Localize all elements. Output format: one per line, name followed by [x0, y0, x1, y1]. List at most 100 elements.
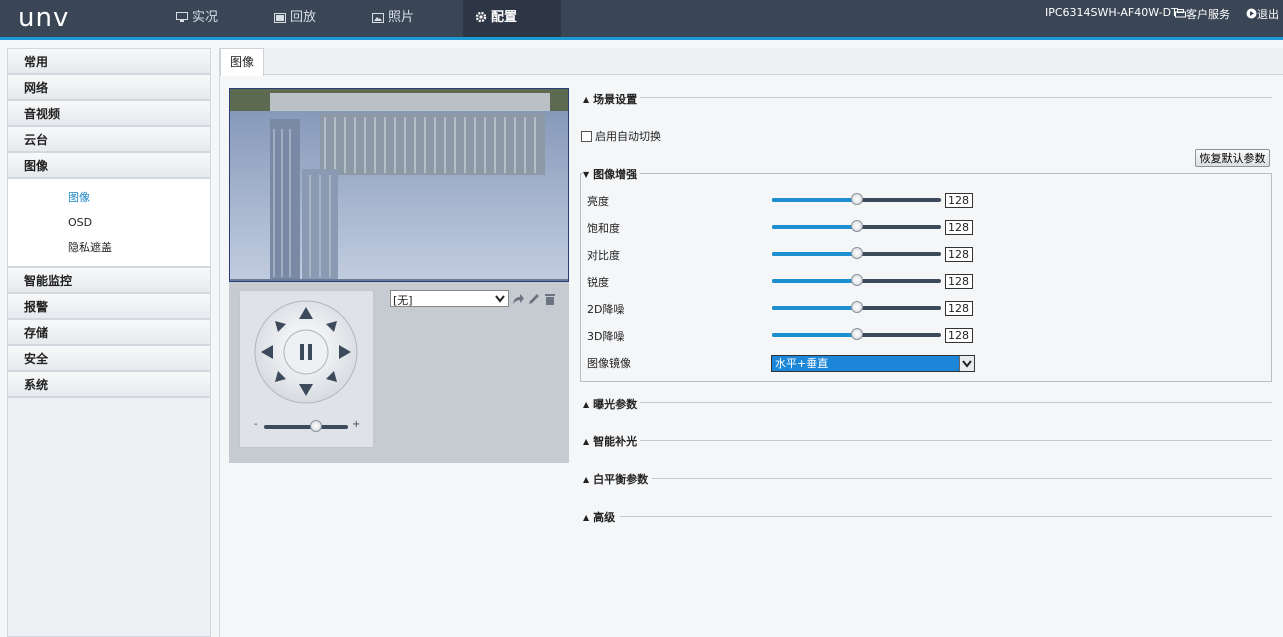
saturation-slider[interactable]: [772, 220, 941, 232]
sharpness-slider[interactable]: [772, 274, 941, 286]
sidebar-item-network[interactable]: 网络: [8, 75, 210, 101]
smart-ir-divider: [640, 440, 1272, 441]
collapse-caret-icon: ▲: [583, 437, 590, 446]
sidebar: 常用 网络 音视频 云台 图像 图像 OSD 隐私遮盖 智能监控 报警 存储 安…: [7, 48, 211, 637]
device-model: IPC6314SWH-AF40W-DT: [1045, 6, 1178, 19]
sidebar-item-ptz[interactable]: 云台: [8, 127, 210, 153]
dropdown-button[interactable]: [959, 356, 974, 371]
sidebar-item-alarm[interactable]: 报警: [8, 294, 210, 320]
advanced-section-title: 高级: [593, 511, 616, 524]
auto-switch-checkbox[interactable]: 启用自动切换: [581, 128, 661, 144]
brightness-slider-fill: [772, 198, 857, 202]
trash-icon[interactable]: [544, 293, 556, 305]
nav-playback-label: 回放: [290, 10, 317, 25]
nav-config[interactable]: 配置: [463, 0, 561, 40]
edit-icon[interactable]: [528, 293, 540, 305]
nav-live[interactable]: 实况: [164, 0, 230, 37]
nr-2d-slider[interactable]: [772, 301, 941, 313]
saturation-slider-fill: [772, 225, 857, 229]
pause-icon[interactable]: [299, 344, 313, 360]
submenu-item-osd[interactable]: OSD: [8, 210, 210, 235]
exposure-section-header[interactable]: ▲ 曝光参数: [583, 396, 638, 411]
logout-label: 退出: [1257, 8, 1279, 21]
arrow-right-icon[interactable]: [339, 345, 351, 359]
image-mirror-label: 图像镜像: [587, 357, 631, 370]
zoom-slider-knob[interactable]: [310, 420, 322, 432]
video-frame-image: [230, 89, 568, 281]
brightness-value[interactable]: 128: [945, 193, 973, 208]
expand-caret-icon: ▼: [583, 170, 590, 179]
sidebar-item-security[interactable]: 安全: [8, 346, 210, 372]
scene-settings-header[interactable]: ▲ 场景设置: [583, 91, 638, 106]
advanced-section-header[interactable]: ▲ 高级: [583, 509, 616, 524]
logout-link[interactable]: 退出: [1246, 6, 1279, 22]
tab-image[interactable]: 图像: [220, 48, 265, 76]
nr-3d-slider[interactable]: [772, 328, 941, 340]
chevron-down-icon: [495, 295, 505, 303]
nr-3d-value[interactable]: 128: [945, 328, 973, 343]
contrast-slider-knob[interactable]: [850, 247, 863, 259]
image-enhance-header[interactable]: ▼ 图像增强: [583, 166, 641, 181]
saturation-label: 饱和度: [587, 222, 620, 235]
zoom-slider[interactable]: [264, 420, 348, 432]
nav-playback[interactable]: 回放: [262, 0, 328, 37]
auto-switch-box[interactable]: [581, 131, 592, 142]
arrow-up-left-icon[interactable]: [275, 321, 286, 332]
submenu-item-image[interactable]: 图像: [8, 185, 210, 210]
arrow-down-left-icon[interactable]: [275, 371, 286, 382]
tab-bar: 图像: [220, 48, 1283, 76]
smart-ir-section-title: 智能补光: [593, 435, 638, 448]
sharpness-value[interactable]: 128: [945, 274, 973, 289]
collapse-caret-icon: ▲: [583, 400, 590, 409]
nr-2d-slider-knob[interactable]: [850, 301, 863, 313]
video-preview[interactable]: [229, 88, 569, 282]
exposure-section-title: 曝光参数: [593, 398, 638, 411]
preset-select[interactable]: [无]: [390, 290, 509, 307]
arrow-down-icon[interactable]: [299, 384, 313, 396]
customer-service-label: 客户服务: [1186, 8, 1230, 21]
nav-config-label: 配置: [491, 10, 518, 25]
arrow-left-icon[interactable]: [261, 345, 273, 359]
contrast-label: 对比度: [587, 249, 620, 262]
white-balance-section-title: 白平衡参数: [593, 473, 649, 486]
sidebar-item-storage[interactable]: 存储: [8, 320, 210, 346]
nr-3d-label: 3D降噪: [587, 330, 625, 343]
sidebar-item-common[interactable]: 常用: [8, 49, 210, 75]
arrow-up-icon[interactable]: [299, 307, 313, 319]
nav-photo[interactable]: 照片: [360, 0, 426, 37]
image-mirror-value: 水平+垂直: [775, 357, 829, 370]
scene-settings-title: 场景设置: [593, 93, 638, 106]
smart-ir-section-header[interactable]: ▲ 智能补光: [583, 433, 638, 448]
image-mirror-select[interactable]: 水平+垂直: [771, 355, 975, 372]
sidebar-item-image[interactable]: 图像: [8, 153, 210, 179]
image-enhance-group: [580, 173, 1272, 382]
brightness-slider[interactable]: [772, 193, 941, 205]
film-icon: [274, 13, 286, 23]
sidebar-item-smart-monitoring[interactable]: 智能监控: [8, 268, 210, 294]
zoom-plus-label[interactable]: +: [352, 419, 360, 430]
customer-service-link[interactable]: 客户服务: [1175, 6, 1230, 22]
saturation-value[interactable]: 128: [945, 220, 973, 235]
nr-2d-value[interactable]: 128: [945, 301, 973, 316]
sharpness-slider-knob[interactable]: [850, 274, 863, 286]
nr-2d-label: 2D降噪: [587, 303, 625, 316]
saturation-slider-knob[interactable]: [850, 220, 863, 232]
white-balance-section-header[interactable]: ▲ 白平衡参数: [583, 471, 649, 486]
contrast-value[interactable]: 128: [945, 247, 973, 262]
nr-3d-slider-knob[interactable]: [850, 328, 863, 340]
restore-defaults-button[interactable]: 恢复默认参数: [1195, 149, 1270, 167]
submenu-item-privacy-mask[interactable]: 隐私遮盖: [8, 235, 210, 260]
preset-select-value: [无]: [393, 294, 413, 307]
sidebar-item-audio-video[interactable]: 音视频: [8, 101, 210, 127]
brightness-label: 亮度: [587, 195, 609, 208]
arrow-down-right-icon[interactable]: [326, 371, 337, 382]
brightness-slider-knob[interactable]: [850, 193, 863, 205]
exposure-divider: [640, 402, 1272, 403]
goto-preset-icon[interactable]: [512, 293, 525, 305]
arrow-up-right-icon[interactable]: [326, 321, 337, 332]
ptz-control-panel: - +: [239, 290, 374, 448]
sidebar-item-system[interactable]: 系统: [8, 372, 210, 398]
zoom-minus-label[interactable]: -: [254, 419, 258, 430]
contrast-slider[interactable]: [772, 247, 941, 259]
image-enhance-title: 图像增强: [593, 168, 638, 181]
